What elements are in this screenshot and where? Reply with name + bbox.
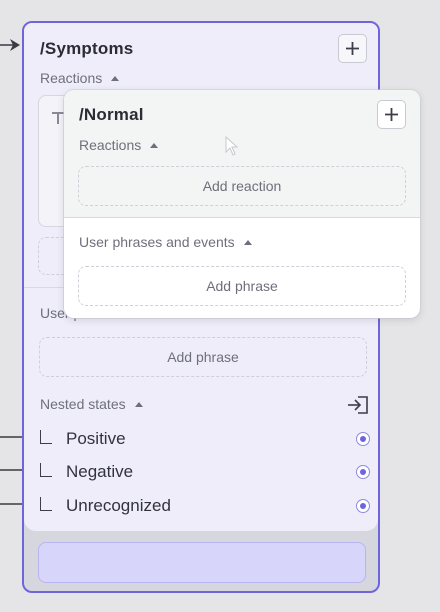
add-phrase-label: Add phrase [167, 349, 239, 365]
plus-icon [385, 108, 398, 121]
state-footer-drop-zone[interactable] [38, 542, 366, 583]
popup-add-button[interactable] [377, 100, 406, 129]
popup-phrases-label: User phrases and events [79, 234, 235, 250]
caret-up-icon [134, 401, 143, 407]
text-reaction-icon [52, 112, 64, 124]
reactions-label: Reactions [40, 70, 103, 86]
popup-add-phrase-label: Add phrase [206, 278, 278, 294]
caret-up-icon [111, 75, 120, 81]
nested-state-row[interactable]: Negative [40, 460, 370, 484]
popup-add-phrase-button[interactable]: Add phrase [78, 266, 406, 306]
popup-title[interactable]: /Normal [79, 105, 144, 125]
nested-states-label: Nested states [40, 396, 126, 412]
radio-dot [360, 503, 366, 509]
radio-icon[interactable] [356, 499, 370, 513]
caret-up-icon [150, 142, 159, 148]
nested-state-name: Positive [66, 429, 126, 448]
radio-dot [360, 436, 366, 442]
enter-state-button[interactable] [346, 395, 370, 420]
caret-up-icon [243, 239, 252, 245]
state-title[interactable]: /Symptoms [40, 39, 133, 59]
nested-states-toggle[interactable]: Nested states [40, 396, 143, 412]
enter-icon [348, 396, 368, 414]
radio-icon[interactable] [356, 465, 370, 479]
state-popup-normal[interactable]: /Normal Reactions Add reaction User phra… [64, 90, 420, 318]
nested-branch-icon [40, 463, 52, 477]
plus-icon [346, 42, 359, 55]
popup-reactions-label: Reactions [79, 137, 142, 153]
popup-phrases-toggle[interactable]: User phrases and events [79, 234, 252, 250]
radio-dot [360, 469, 366, 475]
nested-state-name: Unrecognized [66, 496, 171, 515]
add-state-button[interactable] [338, 34, 367, 63]
nested-state-row[interactable]: Unrecognized [40, 494, 370, 518]
add-phrase-button[interactable]: Add phrase [39, 337, 367, 377]
add-reaction-label: Add reaction [202, 178, 282, 194]
nested-state-row[interactable]: Positive [40, 427, 370, 451]
nested-branch-icon [40, 430, 52, 444]
mouse-cursor-icon [225, 136, 239, 156]
incoming-connector [0, 39, 20, 51]
reactions-section-toggle[interactable]: Reactions [40, 70, 120, 86]
nested-state-name: Negative [66, 462, 134, 481]
popup-divider [64, 217, 420, 218]
radio-icon[interactable] [356, 432, 370, 446]
popup-reactions-toggle[interactable]: Reactions [79, 137, 159, 153]
popup-add-reaction-button[interactable]: Add reaction [78, 166, 406, 206]
nested-branch-icon [40, 497, 52, 511]
nested-connectors [0, 436, 24, 505]
